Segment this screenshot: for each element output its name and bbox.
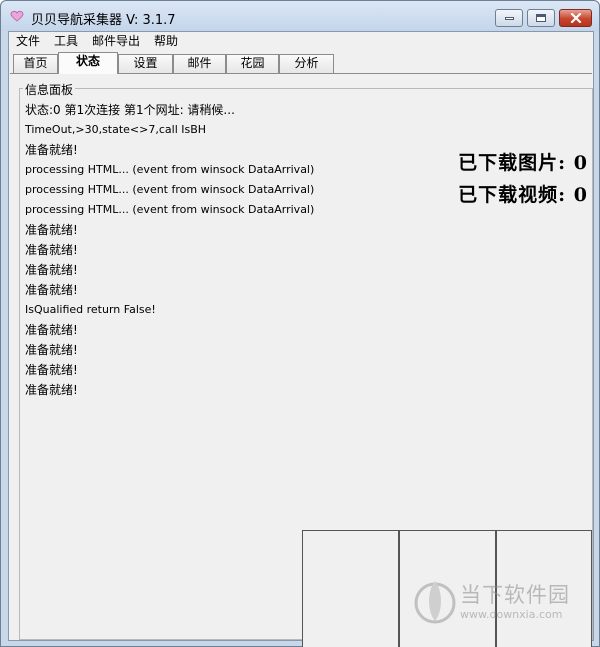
- maximize-button[interactable]: [527, 9, 555, 27]
- downloaded-videos-label: 已下载视频:: [458, 184, 567, 206]
- downloaded-videos-stat: 已下载视频: 0: [458, 180, 588, 207]
- log-line: 准备就绪!: [25, 223, 78, 237]
- log-line: processing HTML... (event from winsock D…: [25, 203, 315, 216]
- log-line: 准备就绪!: [25, 263, 78, 277]
- window-title: 贝贝导航采集器 V: 3.1.7: [31, 13, 176, 28]
- minimize-icon: [504, 16, 514, 20]
- log-line: 准备就绪!: [25, 383, 78, 397]
- log-line: processing HTML... (event from winsock D…: [25, 183, 315, 196]
- minimize-button[interactable]: [495, 9, 523, 27]
- tab-settings[interactable]: 设置: [118, 54, 173, 73]
- watermark-url: www.downxia.com: [460, 608, 563, 621]
- menu-bar: 文件 工具 邮件导出 帮助: [9, 32, 593, 51]
- menu-tools[interactable]: 工具: [47, 32, 85, 51]
- watermark: 当下软件园 www.downxia.com: [413, 577, 593, 629]
- tab-strip: 首页 状态 设置 邮件 花园 分析: [9, 52, 593, 74]
- downloaded-images-label: 已下载图片:: [458, 152, 567, 174]
- log-line: IsQualified return False!: [25, 303, 156, 316]
- preview-box-1[interactable]: [302, 530, 399, 647]
- log-list[interactable]: 状态:0 第1次连接 第1个网址: 请稍候... TimeOut,>30,sta…: [25, 100, 445, 400]
- log-line: 准备就绪!: [25, 143, 78, 157]
- menu-file[interactable]: 文件: [9, 32, 47, 51]
- downloaded-images-count: 0: [573, 152, 588, 174]
- menu-mail-export[interactable]: 邮件导出: [85, 32, 147, 51]
- close-button[interactable]: [559, 9, 592, 27]
- log-line: 准备就绪!: [25, 243, 78, 257]
- app-window: 贝贝导航采集器 V: 3.1.7 文件 工具 邮件导出 帮助 首页 状态 设置 …: [0, 0, 600, 647]
- menu-help[interactable]: 帮助: [147, 32, 185, 51]
- tab-garden[interactable]: 花园: [226, 54, 279, 73]
- info-panel-legend: 信息面板: [23, 81, 76, 98]
- title-bar[interactable]: 贝贝导航采集器 V: 3.1.7: [1, 1, 599, 31]
- tab-mail[interactable]: 邮件: [173, 54, 226, 73]
- downloaded-images-stat: 已下载图片: 0: [458, 148, 588, 175]
- tab-home[interactable]: 首页: [13, 54, 58, 73]
- maximize-icon: [536, 14, 546, 22]
- downloaded-videos-count: 0: [573, 184, 588, 206]
- client-area: 文件 工具 邮件导出 帮助 首页 状态 设置 邮件 花园 分析 信息面板 状态:…: [8, 31, 594, 647]
- tab-analysis[interactable]: 分析: [279, 54, 334, 73]
- log-line: 准备就绪!: [25, 323, 78, 337]
- log-line: 状态:0 第1次连接 第1个网址: 请稍候...: [25, 103, 235, 117]
- log-line: processing HTML... (event from winsock D…: [25, 163, 315, 176]
- app-logo-icon: [10, 10, 24, 22]
- log-line: 准备就绪!: [25, 343, 78, 357]
- close-icon: [570, 13, 581, 23]
- log-line: TimeOut,>30,state<>7,call IsBH: [25, 123, 207, 136]
- tab-status[interactable]: 状态: [58, 52, 118, 74]
- log-line: 准备就绪!: [25, 363, 78, 377]
- log-line: 准备就绪!: [25, 283, 78, 297]
- status-tab-panel: 信息面板 状态:0 第1次连接 第1个网址: 请稍候... TimeOut,>3…: [10, 73, 593, 647]
- watermark-logo-icon: [414, 581, 456, 624]
- watermark-brand: 当下软件园: [460, 583, 570, 607]
